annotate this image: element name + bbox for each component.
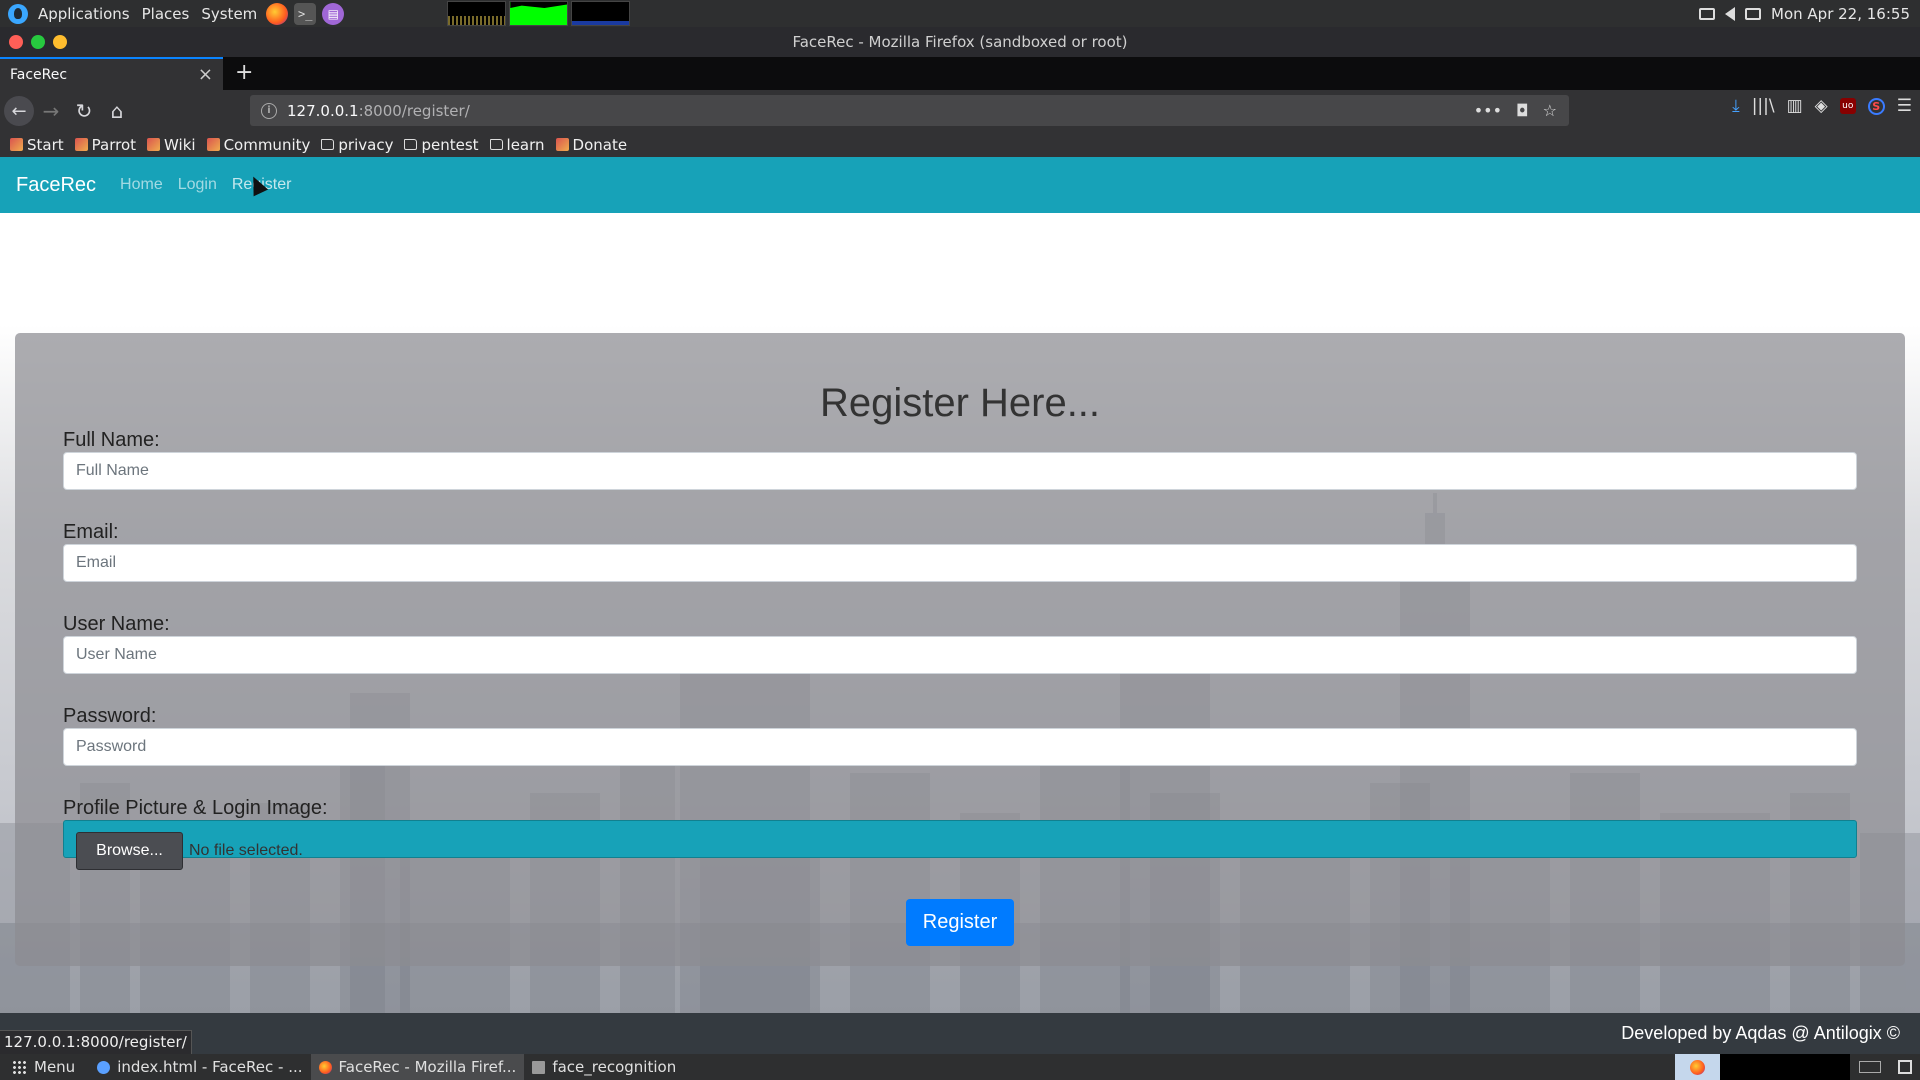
page-actions-icon[interactable]: •••: [1474, 101, 1502, 120]
menu-grid-icon[interactable]: [12, 1060, 26, 1074]
new-tab-button[interactable]: +: [223, 57, 265, 90]
tab-label: FaceRec: [10, 66, 68, 83]
display-icon[interactable]: [1699, 7, 1716, 20]
bookmark-folder-learn[interactable]: learn: [489, 136, 545, 154]
footer-credit: Developed by Aqdas @ Antilogix ©: [1621, 1023, 1900, 1043]
window-maximize-button[interactable]: [53, 35, 67, 49]
bookmark-start[interactable]: Start: [10, 136, 64, 154]
password-input[interactable]: Password: [63, 728, 1857, 766]
network-graph: [571, 1, 631, 26]
profile-picture-file-input[interactable]: Browse... No file selected.: [63, 820, 1857, 870]
pocket-icon[interactable]: ◘: [1516, 101, 1529, 120]
username-label: User Name:: [63, 613, 170, 635]
register-card: Register Here... Full Name: Full Name Em…: [15, 333, 1905, 966]
back-button[interactable]: ←: [4, 96, 34, 126]
bookmark-donate[interactable]: Donate: [555, 136, 627, 154]
email-input[interactable]: Email: [63, 544, 1857, 582]
email-label: Email:: [63, 521, 119, 543]
web-icon: [97, 1060, 111, 1074]
tray-firefox-icon[interactable]: [1675, 1054, 1720, 1080]
favicon-icon: [555, 138, 569, 151]
folder-icon: [404, 139, 418, 150]
favicon-icon: [147, 138, 161, 151]
ublock-icon[interactable]: uo: [1839, 98, 1856, 114]
site-footer: Developed by Aqdas @ Antilogix ©: [0, 1013, 1920, 1054]
bookmark-community[interactable]: Community: [206, 136, 310, 154]
bookmark-parrot[interactable]: Parrot: [74, 136, 136, 154]
register-heading: Register Here...: [819, 381, 1101, 425]
nav-link-login[interactable]: Login: [178, 176, 217, 194]
tab-close-icon[interactable]: ×: [198, 64, 213, 85]
full-name-label: Full Name:: [63, 429, 160, 451]
cpu-graph: [447, 1, 507, 26]
taskbar-menu-button[interactable]: Menu: [34, 1058, 75, 1076]
folder-icon: [321, 139, 335, 150]
system-monitor-graphs: [447, 1, 631, 26]
os-taskbar: Menu index.html - FaceRec - ... FaceRec …: [0, 1054, 1920, 1080]
places-menu[interactable]: Places: [136, 0, 196, 27]
firefox-launcher-icon[interactable]: [266, 2, 289, 25]
os-top-panel: Applications Places System >_ ▤ Mon Apr …: [0, 0, 1920, 27]
nav-link-home[interactable]: Home: [120, 176, 163, 194]
hamburger-menu-icon[interactable]: ☰: [1897, 96, 1912, 116]
system-menu[interactable]: System: [195, 0, 263, 27]
favicon-icon: [10, 138, 23, 151]
site-brand[interactable]: FaceRec: [16, 174, 96, 197]
reload-button[interactable]: ↻: [68, 95, 100, 127]
file-status-text: No file selected.: [189, 842, 303, 859]
parrot-logo-icon[interactable]: [8, 3, 28, 24]
url-bar[interactable]: i 127.0.0.1:8000/register/ ••• ◘ ☆: [250, 95, 1569, 126]
applications-menu[interactable]: Applications: [32, 0, 136, 27]
password-label: Password:: [63, 705, 157, 727]
volume-icon[interactable]: [1725, 6, 1736, 21]
taskbar-task-firefox[interactable]: FaceRec - Mozilla Firef...: [310, 1054, 525, 1080]
sidebar-icon[interactable]: ▥: [1787, 96, 1803, 116]
bookmark-folder-pentest[interactable]: pentest: [404, 136, 479, 154]
username-input[interactable]: User Name: [63, 636, 1857, 674]
register-submit-button[interactable]: Register: [906, 899, 1014, 946]
taskbar-task-index-html[interactable]: index.html - FaceRec - ...: [89, 1054, 310, 1080]
profile-picture-label: Profile Picture & Login Image:: [63, 797, 328, 819]
url-path: :8000/register/: [358, 101, 470, 120]
favicon-icon: [74, 138, 88, 151]
site-navbar: FaceRec Home Login Register: [0, 157, 1920, 213]
workspace-switcher-icon[interactable]: [1850, 1054, 1890, 1080]
folder-icon: [489, 139, 503, 150]
firefox-icon: [318, 1060, 332, 1074]
tab-facerec[interactable]: FaceRec ×: [0, 57, 223, 90]
bookmark-folder-privacy[interactable]: privacy: [321, 136, 393, 154]
url-host: 127.0.0.1: [287, 101, 359, 120]
window-minimize-button[interactable]: [31, 35, 45, 49]
bookmarks-toolbar: Start Parrot Wiki Community privacy pent…: [0, 132, 1920, 157]
home-button[interactable]: ⌂: [101, 95, 133, 127]
tray-workspace-preview[interactable]: [1720, 1054, 1850, 1080]
terminal-launcher-icon[interactable]: >_: [294, 2, 317, 25]
bookmark-star-icon[interactable]: ☆: [1543, 101, 1557, 120]
folder-icon: [532, 1060, 546, 1074]
link-status-url: 127.0.0.1:8000/register/: [0, 1030, 192, 1054]
taskbar-task-face-recognition[interactable]: face_recognition: [524, 1054, 684, 1080]
notification-icon[interactable]: [1745, 7, 1762, 20]
memory-graph: [509, 1, 569, 26]
page-content: FaceRec Home Login Register Register Her…: [0, 157, 1920, 1013]
extension-icon[interactable]: ◈: [1815, 96, 1828, 116]
downloads-icon[interactable]: ⤓: [1732, 96, 1740, 116]
window-titlebar: FaceRec - Mozilla Firefox (sandboxed or …: [0, 27, 1920, 57]
forward-button[interactable]: →: [35, 95, 67, 127]
tab-strip: FaceRec × +: [0, 57, 1920, 90]
extension-s-icon[interactable]: S: [1867, 97, 1885, 115]
library-icon[interactable]: |||\: [1752, 96, 1775, 116]
browse-button[interactable]: Browse...: [76, 832, 183, 870]
window-close-button[interactable]: [9, 35, 23, 49]
text-editor-launcher-icon[interactable]: ▤: [322, 2, 345, 25]
navigation-toolbar: ← → ↻ ⌂ i 127.0.0.1:8000/register/ ••• ◘…: [0, 90, 1920, 132]
full-name-input[interactable]: Full Name: [63, 452, 1857, 490]
bookmark-wiki[interactable]: Wiki: [147, 136, 196, 154]
show-desktop-icon[interactable]: [1890, 1054, 1920, 1080]
clock[interactable]: Mon Apr 22, 16:55: [1771, 5, 1910, 23]
window-title: FaceRec - Mozilla Firefox (sandboxed or …: [792, 33, 1128, 51]
favicon-icon: [206, 138, 220, 151]
site-info-icon[interactable]: i: [261, 102, 277, 119]
